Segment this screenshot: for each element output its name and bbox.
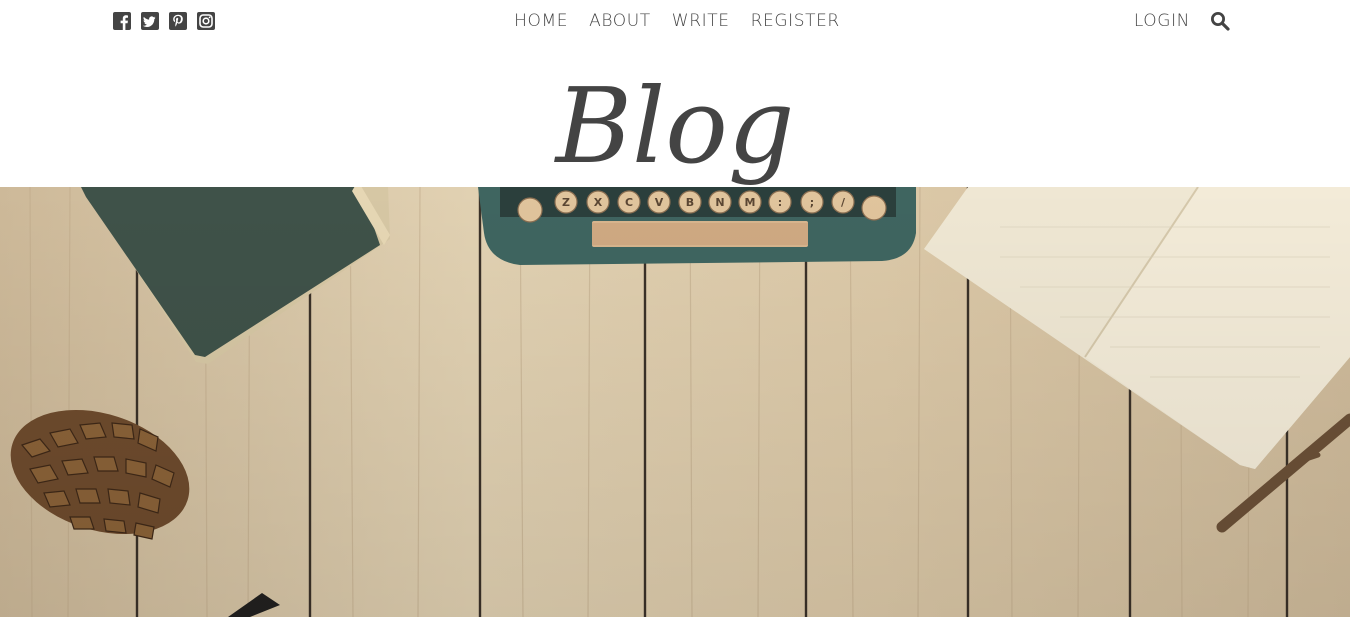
- search-icon[interactable]: [1210, 11, 1230, 31]
- hero-image: Z X C V B N M : ; /: [0, 187, 1350, 617]
- nav-item-write[interactable]: WRITE: [672, 11, 730, 31]
- account-area: LOGIN: [1134, 11, 1230, 31]
- page-title: Blog: [555, 65, 795, 187]
- top-navigation-bar: HOME ABOUT WRITE REGISTER LOGIN: [0, 0, 1350, 44]
- login-link[interactable]: LOGIN: [1134, 11, 1190, 31]
- nav-item-register[interactable]: REGISTER: [751, 11, 840, 31]
- nav-item-about[interactable]: ABOUT: [589, 11, 651, 31]
- nav-item-home[interactable]: HOME: [514, 11, 568, 31]
